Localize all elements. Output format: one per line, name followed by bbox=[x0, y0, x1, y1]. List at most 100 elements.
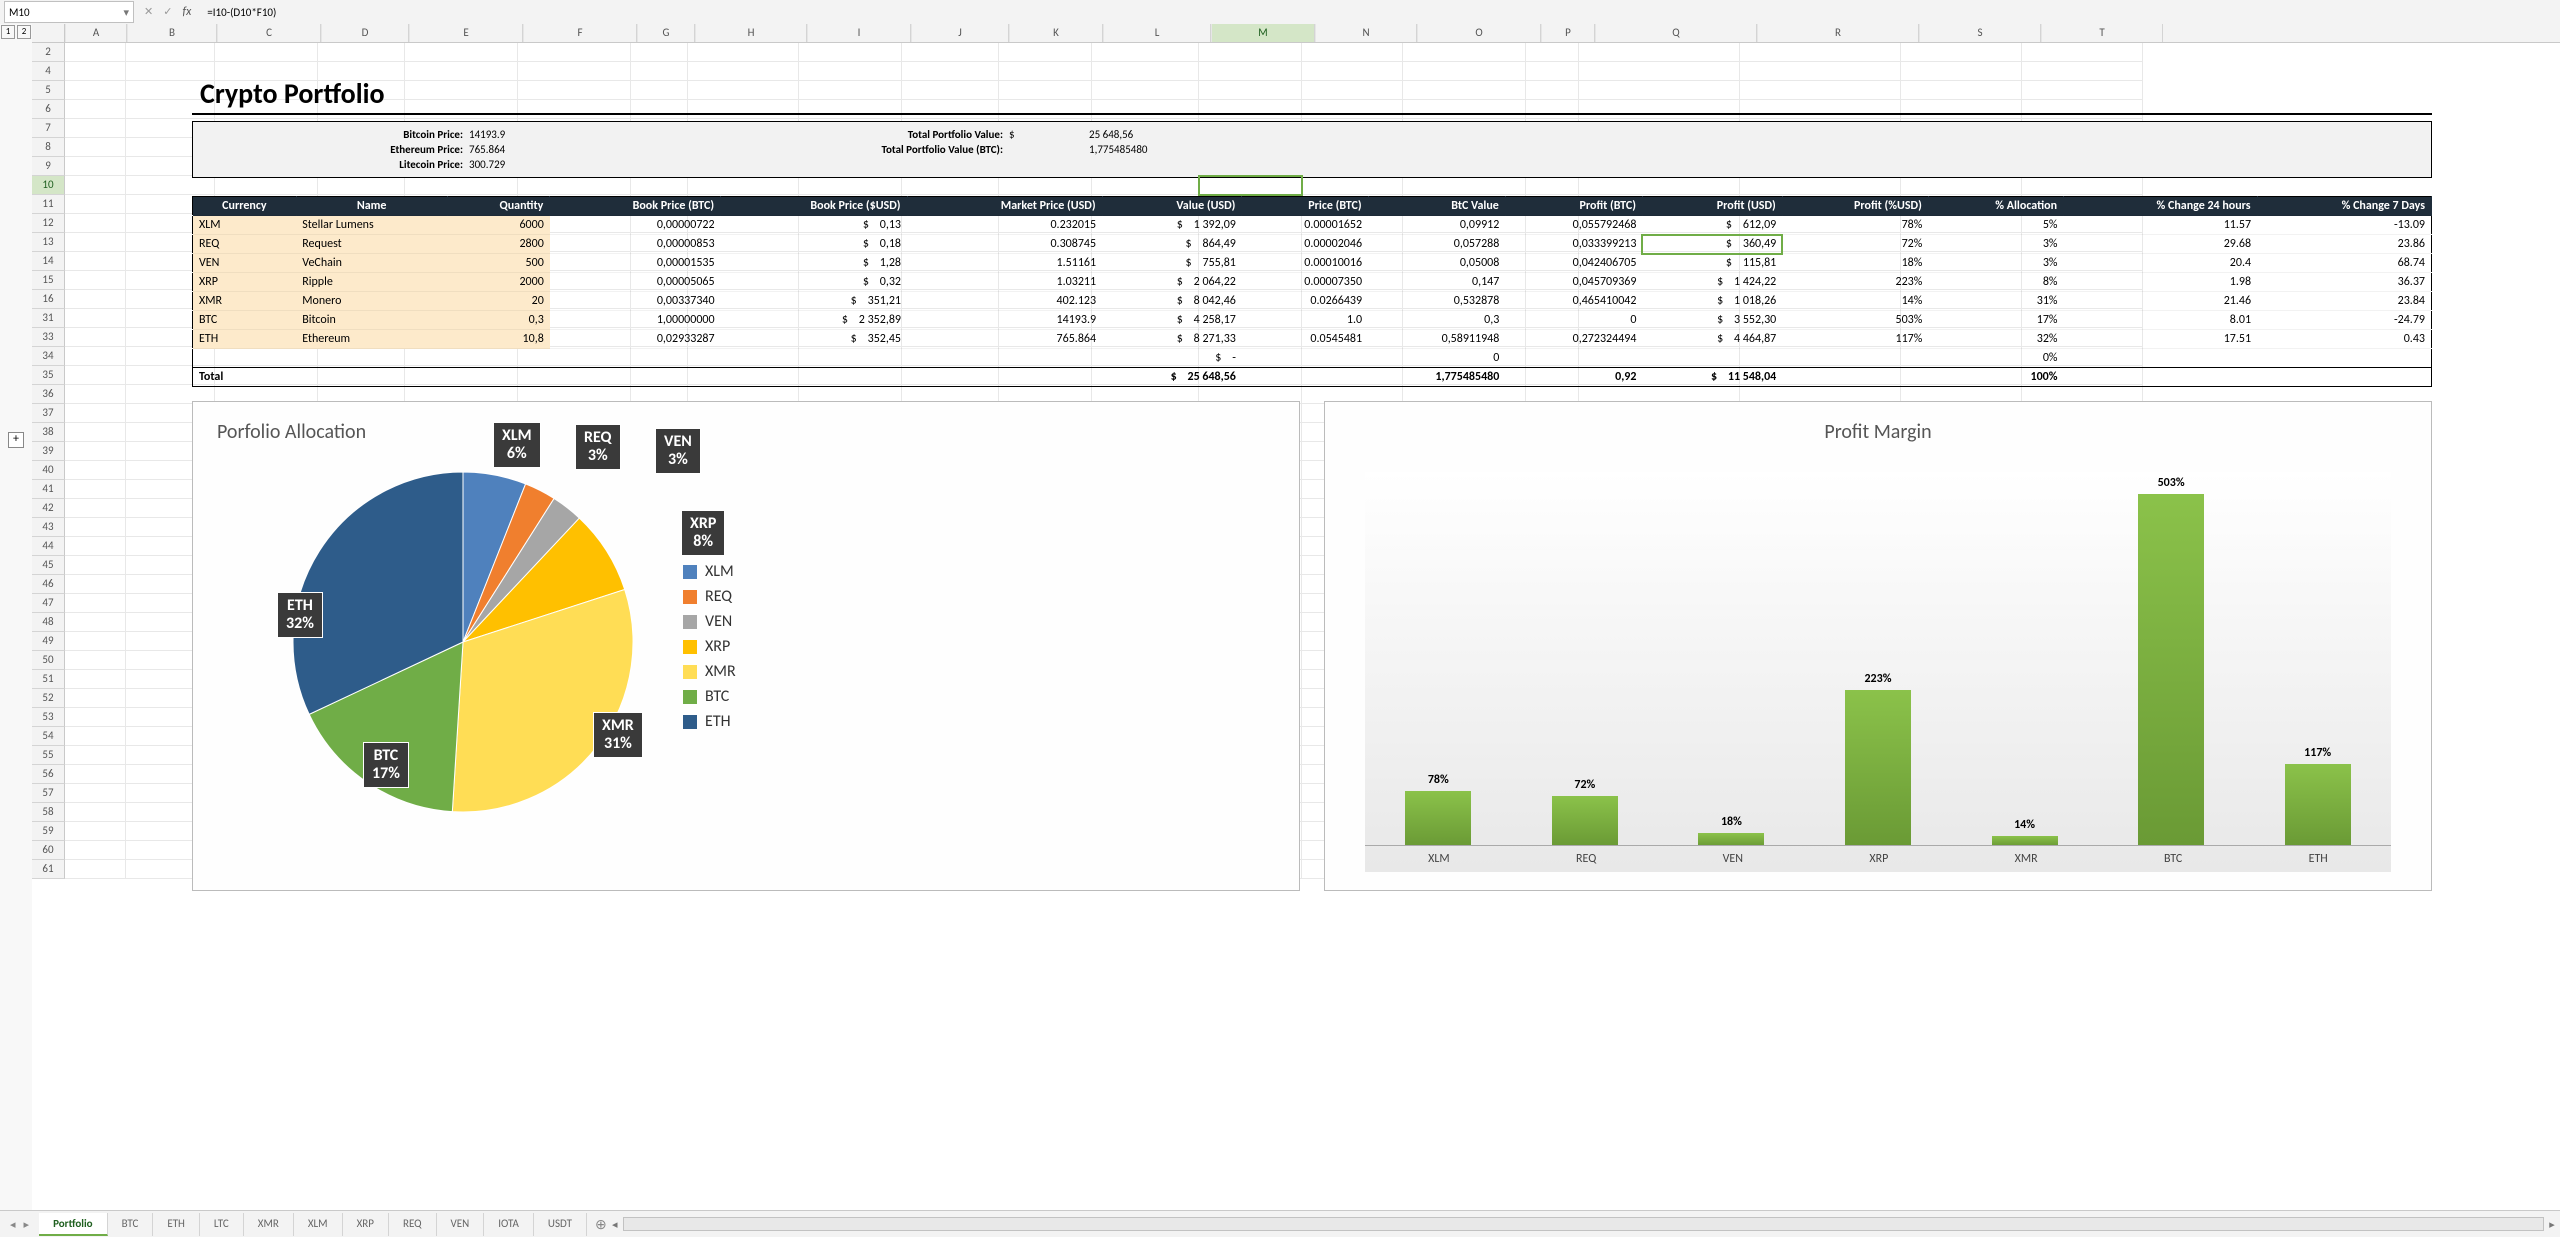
row-header-16[interactable]: 16 bbox=[32, 290, 65, 309]
row-header-15[interactable]: 15 bbox=[32, 271, 65, 290]
formula-input[interactable]: =I10-(D10*F10) bbox=[201, 6, 2560, 19]
row-header-2[interactable]: 2 bbox=[32, 43, 65, 62]
row-header-41[interactable]: 41 bbox=[32, 480, 65, 499]
col-header-H[interactable]: H bbox=[695, 24, 807, 42]
row-header-6[interactable]: 6 bbox=[32, 100, 65, 119]
col-header-Q[interactable]: Q bbox=[1595, 24, 1757, 42]
select-all-corner[interactable] bbox=[32, 24, 65, 42]
col-header-G[interactable]: G bbox=[637, 24, 695, 42]
row-header-5[interactable]: 5 bbox=[32, 81, 65, 100]
scroll-left-icon[interactable] bbox=[607, 1218, 623, 1231]
sheet-tab-USDT[interactable]: USDT bbox=[534, 1213, 587, 1236]
row-header-33[interactable]: 33 bbox=[32, 328, 65, 347]
add-sheet-icon[interactable]: ⊕ bbox=[595, 1216, 607, 1233]
row-header-50[interactable]: 50 bbox=[32, 651, 65, 670]
sheet-tab-IOTA[interactable]: IOTA bbox=[484, 1213, 534, 1236]
col-header-E[interactable]: E bbox=[409, 24, 523, 42]
sheet-tab-Portfolio[interactable]: Portfolio bbox=[39, 1213, 108, 1236]
row-header-60[interactable]: 60 bbox=[32, 841, 65, 860]
col-header-D[interactable]: D bbox=[321, 24, 409, 42]
col-header-I[interactable]: I bbox=[807, 24, 911, 42]
row-header-12[interactable]: 12 bbox=[32, 214, 65, 233]
row-header-34[interactable]: 34 bbox=[32, 347, 65, 366]
col-header-K[interactable]: K bbox=[1009, 24, 1103, 42]
outline-level-2[interactable]: 2 bbox=[17, 25, 31, 39]
row-header-7[interactable]: 7 bbox=[32, 119, 65, 138]
table-row[interactable]: ETHEthereum10,80,02933287$ 352,45765.864… bbox=[193, 330, 2432, 349]
table-row[interactable]: VENVeChain5000,00001535$ 1,281.51161$ 75… bbox=[193, 254, 2432, 273]
allocation-chart[interactable]: Porfolio Allocation XLM6%REQ3%VEN3%XRP8%… bbox=[192, 401, 1300, 891]
table-row[interactable]: XRPRipple20000,00005065$ 0,321.03211$ 2 … bbox=[193, 273, 2432, 292]
scroll-right-icon[interactable] bbox=[2544, 1218, 2560, 1231]
sheet-tab-XRP[interactable]: XRP bbox=[343, 1213, 389, 1236]
col-header-S[interactable]: S bbox=[1919, 24, 2041, 42]
row-header-37[interactable]: 37 bbox=[32, 404, 65, 423]
table-row[interactable]: BTCBitcoin0,31,00000000$ 2 352,8914193.9… bbox=[193, 311, 2432, 330]
row-header-38[interactable]: 38 bbox=[32, 423, 65, 442]
scroll-track[interactable] bbox=[623, 1217, 2544, 1231]
row-header-51[interactable]: 51 bbox=[32, 670, 65, 689]
outline-expand-icon[interactable]: + bbox=[8, 432, 24, 448]
portfolio-table[interactable]: CurrencyNameQuantityBook Price (BTC)Book… bbox=[192, 196, 2432, 387]
row-header-45[interactable]: 45 bbox=[32, 556, 65, 575]
row-header-35[interactable]: 35 bbox=[32, 366, 65, 385]
table-row-total[interactable]: Total$ 25 648,561,7754854800,92$ 11 548,… bbox=[193, 368, 2432, 387]
tab-nav-prev-icon[interactable] bbox=[10, 1218, 16, 1231]
row-header-13[interactable]: 13 bbox=[32, 233, 65, 252]
sheet-tab-XLM[interactable]: XLM bbox=[294, 1213, 343, 1236]
worksheet-grid[interactable]: ABCDEFGHIJKLMNOPQRST 2456789101112131415… bbox=[32, 24, 2560, 1211]
row-header-11[interactable]: 11 bbox=[32, 195, 65, 214]
row-header-10[interactable]: 10 bbox=[32, 176, 65, 195]
row-header-55[interactable]: 55 bbox=[32, 746, 65, 765]
row-header-4[interactable]: 4 bbox=[32, 62, 65, 81]
row-header-36[interactable]: 36 bbox=[32, 385, 65, 404]
row-header-49[interactable]: 49 bbox=[32, 632, 65, 651]
chevron-down-icon[interactable] bbox=[123, 6, 129, 19]
name-box[interactable]: M10 bbox=[4, 1, 134, 23]
col-header-F[interactable]: F bbox=[523, 24, 637, 42]
sheet-tab-BTC[interactable]: BTC bbox=[108, 1213, 154, 1236]
col-header-T[interactable]: T bbox=[2041, 24, 2163, 42]
col-header-C[interactable]: C bbox=[217, 24, 321, 42]
row-header-14[interactable]: 14 bbox=[32, 252, 65, 271]
col-header-B[interactable]: B bbox=[127, 24, 217, 42]
row-header-52[interactable]: 52 bbox=[32, 689, 65, 708]
table-row[interactable]: REQRequest28000,00000853$ 0,180.308745$ … bbox=[193, 235, 2432, 254]
row-header-31[interactable]: 31 bbox=[32, 309, 65, 328]
row-header-47[interactable]: 47 bbox=[32, 594, 65, 613]
col-header-R[interactable]: R bbox=[1757, 24, 1919, 42]
row-header-57[interactable]: 57 bbox=[32, 784, 65, 803]
row-header-48[interactable]: 48 bbox=[32, 613, 65, 632]
fx-icon[interactable]: fx bbox=[182, 5, 191, 19]
col-header-A[interactable]: A bbox=[65, 24, 127, 42]
row-header-53[interactable]: 53 bbox=[32, 708, 65, 727]
col-header-N[interactable]: N bbox=[1315, 24, 1417, 42]
row-header-39[interactable]: 39 bbox=[32, 442, 65, 461]
row-header-56[interactable]: 56 bbox=[32, 765, 65, 784]
row-header-46[interactable]: 46 bbox=[32, 575, 65, 594]
sheet-tab-LTC[interactable]: LTC bbox=[200, 1213, 244, 1236]
horizontal-scrollbar[interactable] bbox=[607, 1216, 2560, 1232]
outline-levels[interactable]: 1 2 bbox=[0, 24, 32, 40]
row-header-54[interactable]: 54 bbox=[32, 727, 65, 746]
row-header-61[interactable]: 61 bbox=[32, 860, 65, 879]
row-header-40[interactable]: 40 bbox=[32, 461, 65, 480]
tab-nav-next-icon[interactable] bbox=[24, 1218, 30, 1231]
accept-icon[interactable] bbox=[163, 5, 172, 19]
outline-level-1[interactable]: 1 bbox=[1, 25, 15, 39]
table-row[interactable]: XMRMonero200,00337340$ 351,21402.123$ 8 … bbox=[193, 292, 2432, 311]
sheet-tab-VEN[interactable]: VEN bbox=[437, 1213, 485, 1236]
row-header-9[interactable]: 9 bbox=[32, 157, 65, 176]
row-header-58[interactable]: 58 bbox=[32, 803, 65, 822]
col-header-L[interactable]: L bbox=[1103, 24, 1211, 42]
col-header-M[interactable]: M bbox=[1211, 24, 1315, 42]
row-header-44[interactable]: 44 bbox=[32, 537, 65, 556]
sheet-tab-XMR[interactable]: XMR bbox=[244, 1213, 294, 1236]
col-header-J[interactable]: J bbox=[911, 24, 1009, 42]
sheet-tab-ETH[interactable]: ETH bbox=[153, 1213, 200, 1236]
row-header-59[interactable]: 59 bbox=[32, 822, 65, 841]
table-row[interactable]: XLMStellar Lumens60000,00000722$ 0,130.2… bbox=[193, 216, 2432, 235]
cancel-icon[interactable] bbox=[144, 5, 153, 19]
row-header-8[interactable]: 8 bbox=[32, 138, 65, 157]
table-row-blank[interactable]: $ -00% bbox=[193, 349, 2432, 368]
